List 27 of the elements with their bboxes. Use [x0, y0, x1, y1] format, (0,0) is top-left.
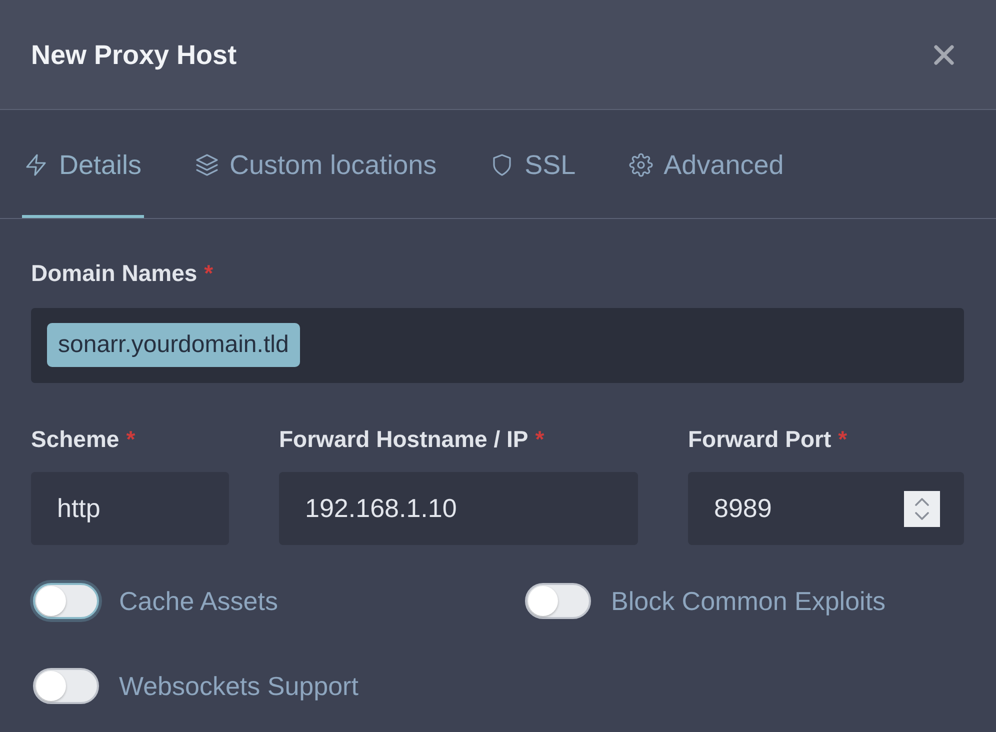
toggle-label: Websockets Support: [119, 670, 358, 702]
toggle-label: Cache Assets: [119, 585, 278, 617]
scheme-select[interactable]: http: [31, 472, 229, 545]
field-label: Domain Names: [31, 259, 198, 287]
layers-icon: [194, 153, 219, 177]
number-input[interactable]: 8989: [688, 472, 964, 545]
dialog-title: New Proxy Host: [31, 38, 237, 70]
required-asterisk: *: [535, 425, 544, 453]
gear-icon: [628, 153, 653, 177]
tab[interactable]: Details: [22, 131, 144, 218]
toggle-switch[interactable]: [30, 580, 102, 622]
required-asterisk: *: [204, 259, 214, 287]
tab[interactable]: Advanced: [626, 131, 786, 218]
field-label: Scheme: [31, 425, 120, 453]
field-label: Forward Port: [688, 425, 832, 453]
domain-tag: sonarr.yourdomain.tld: [47, 323, 300, 367]
bolt-icon: [24, 153, 48, 177]
toggle-label: Block Common Exploits: [611, 585, 886, 617]
field-label: Forward Hostname / IP: [279, 425, 528, 453]
tab[interactable]: Custom locations: [192, 131, 439, 218]
domain-names-field[interactable]: sonarr.yourdomain.tld: [31, 308, 964, 383]
text-input[interactable]: 192.168.1.10: [279, 472, 638, 545]
close-icon[interactable]: [934, 44, 954, 64]
tab[interactable]: SSL: [488, 131, 578, 218]
required-asterisk: *: [838, 425, 848, 453]
required-asterisk: *: [126, 425, 136, 453]
stepper-icon[interactable]: [904, 490, 940, 526]
